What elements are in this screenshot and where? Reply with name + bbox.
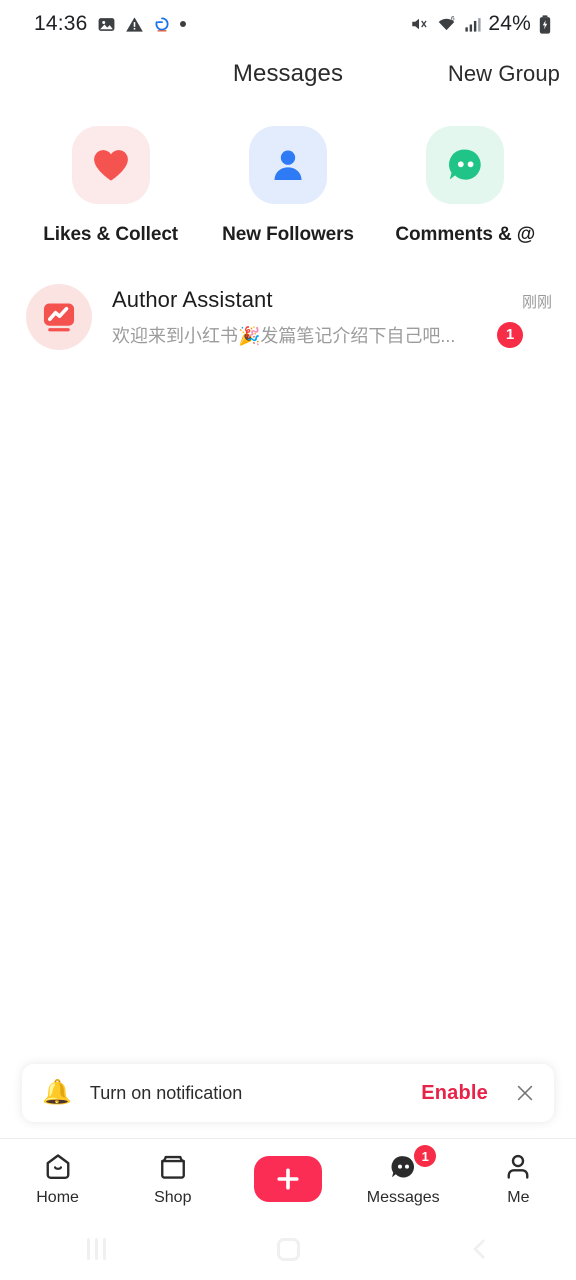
conversation-bottom-line: 欢迎来到小红书🎉发篇笔记介绍下自己吧... 1	[112, 321, 552, 348]
category-comments-and-mentions[interactable]: Comments & @	[377, 126, 554, 246]
tab-home[interactable]: Home	[0, 1150, 115, 1207]
image-icon	[98, 17, 114, 31]
comments-icon-container	[426, 126, 505, 204]
status-bar-clock: 14:36	[34, 12, 88, 35]
svg-text:6: 6	[451, 16, 455, 23]
category-label: Likes & Collect	[43, 224, 179, 245]
dot-icon	[179, 21, 186, 27]
signal-icon	[465, 17, 481, 32]
conversation-top-line: Author Assistant 刚刚	[112, 287, 552, 313]
tab-label: Home	[36, 1189, 79, 1206]
plus-button[interactable]	[254, 1155, 322, 1202]
battery-percent: 24%	[488, 12, 531, 35]
phone-screen: 14:36 6 24% Messages New Group Likes & C…	[0, 0, 576, 1280]
category-likes-and-collect[interactable]: Likes & Collect	[22, 126, 199, 246]
mute-icon	[412, 18, 427, 30]
system-home-button[interactable]	[192, 1237, 384, 1261]
close-icon[interactable]	[514, 1082, 536, 1104]
tab-me[interactable]: Me	[461, 1150, 576, 1207]
home-icon	[46, 1154, 70, 1179]
me-icon-wrap	[503, 1150, 533, 1184]
likes-icon-container	[71, 126, 150, 204]
person-outline-icon	[507, 1154, 529, 1179]
enable-button[interactable]: Enable	[421, 1082, 488, 1105]
status-bar: 14:36 6 24%	[0, 0, 576, 48]
page-header: Messages New Group	[0, 48, 576, 100]
warning-icon	[125, 16, 143, 32]
wifi-icon: 6	[439, 16, 455, 31]
bell-icon: 🔔	[42, 1079, 72, 1106]
notification-banner-wrapper: 🔔 Turn on notification Enable	[0, 1064, 576, 1138]
chart-monitor-icon	[43, 303, 75, 332]
conversation-list: Author Assistant 刚刚 欢迎来到小红书🎉发篇笔记介绍下自己吧..…	[0, 252, 576, 360]
sync-icon	[155, 17, 169, 32]
heart-icon	[93, 150, 128, 181]
category-shortcut-row: Likes & Collect New Followers Comments &…	[0, 100, 576, 252]
bottom-tab-bar: Home Shop 1 Messages Me	[0, 1138, 576, 1218]
status-bar-right: 6 24%	[409, 12, 552, 36]
tab-shop[interactable]: Shop	[115, 1150, 230, 1207]
conversation-name: Author Assistant	[112, 286, 273, 312]
tab-messages[interactable]: 1 Messages	[346, 1145, 461, 1207]
shop-icon-wrap	[158, 1150, 188, 1184]
conversation-body: Author Assistant 刚刚 欢迎来到小红书🎉发篇笔记介绍下自己吧..…	[112, 287, 552, 348]
system-navigation-bar	[0, 1218, 576, 1280]
tab-label: Shop	[154, 1189, 192, 1206]
notification-banner[interactable]: 🔔 Turn on notification Enable	[22, 1064, 554, 1122]
conversation-preview: 欢迎来到小红书🎉发篇笔记介绍下自己吧...	[112, 325, 456, 346]
battery-charging-icon	[539, 14, 551, 34]
conversation-row-author-assistant[interactable]: Author Assistant 刚刚 欢迎来到小红书🎉发篇笔记介绍下自己吧..…	[0, 274, 576, 360]
status-bar-left: 14:36	[34, 12, 186, 36]
chat-icon	[449, 149, 481, 180]
back-chevron-icon	[473, 1239, 485, 1259]
notification-text: Turn on notification	[89, 1082, 243, 1103]
conversation-timestamp: 刚刚	[521, 293, 552, 311]
tab-create-post[interactable]	[230, 1155, 345, 1202]
home-icon-wrap	[43, 1150, 73, 1184]
recents-icon	[86, 1238, 106, 1260]
unread-badge: 1	[497, 321, 523, 348]
messages-icon-wrap: 1	[388, 1145, 437, 1184]
back-button[interactable]	[384, 1236, 576, 1262]
category-label: New Followers	[222, 224, 354, 245]
new-group-button[interactable]: New Group	[448, 61, 560, 87]
plus-icon	[277, 1167, 299, 1190]
category-label: Comments & @	[395, 224, 536, 245]
shop-icon	[160, 1155, 185, 1179]
avatar	[26, 284, 92, 350]
tab-label: Me	[507, 1189, 530, 1206]
messages-badge: 1	[414, 1145, 437, 1167]
recents-button[interactable]	[0, 1238, 192, 1260]
tab-label: Messages	[366, 1189, 440, 1206]
category-new-followers[interactable]: New Followers	[199, 126, 376, 246]
person-icon	[274, 150, 302, 180]
followers-icon-container	[248, 126, 327, 204]
home-square-icon	[276, 1237, 300, 1261]
